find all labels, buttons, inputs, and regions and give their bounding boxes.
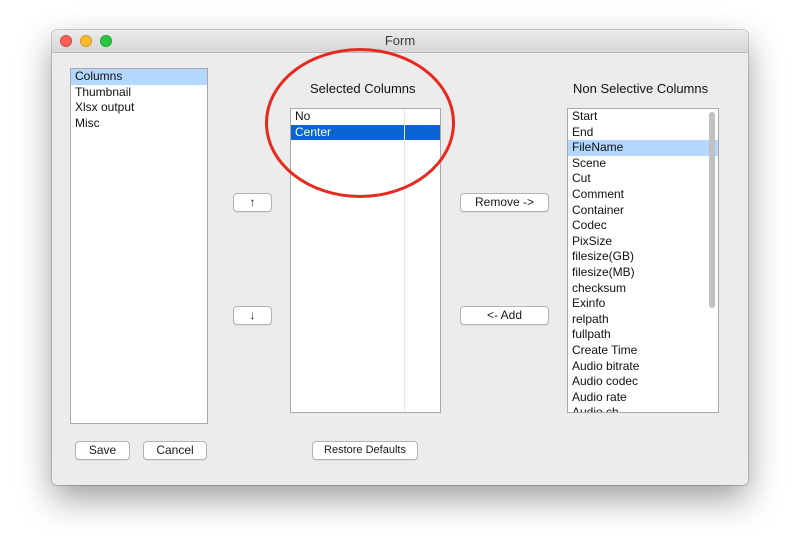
- non-selective-column-item[interactable]: End: [568, 125, 718, 141]
- non-selective-column-item[interactable]: relpath: [568, 312, 718, 328]
- non-selective-column-item[interactable]: Create Time: [568, 343, 718, 359]
- selected-columns-list[interactable]: No Center: [290, 108, 441, 413]
- non-selective-column-item[interactable]: Scene: [568, 156, 718, 172]
- add-button[interactable]: <- Add: [460, 306, 549, 325]
- category-list-item[interactable]: Misc: [71, 116, 207, 132]
- move-up-button[interactable]: ↑: [233, 193, 272, 212]
- non-selective-column-item[interactable]: Audio rate: [568, 390, 718, 406]
- non-selective-column-item[interactable]: filesize(GB): [568, 249, 718, 265]
- non-selective-column-item[interactable]: checksum: [568, 281, 718, 297]
- vertical-scrollbar[interactable]: [709, 112, 715, 308]
- cancel-button[interactable]: Cancel: [143, 441, 207, 460]
- non-selective-column-item[interactable]: Audio codec: [568, 374, 718, 390]
- non-selective-column-item[interactable]: Exinfo: [568, 296, 718, 312]
- form-window: Form Columns Thumbnail Xlsx output Misc Sel…: [52, 30, 748, 485]
- non-selective-column-item[interactable]: Audio ch: [568, 405, 718, 412]
- non-selective-column-item[interactable]: fullpath: [568, 327, 718, 343]
- category-list-item[interactable]: Thumbnail: [71, 85, 207, 101]
- restore-defaults-button[interactable]: Restore Defaults: [312, 441, 418, 460]
- title-bar: Form: [52, 30, 748, 53]
- non-selective-column-item[interactable]: Audio bitrate: [568, 359, 718, 375]
- category-list[interactable]: Columns Thumbnail Xlsx output Misc: [70, 68, 208, 424]
- non-selective-column-item[interactable]: Container: [568, 203, 718, 219]
- remove-button[interactable]: Remove ->: [460, 193, 549, 212]
- non-selective-column-item[interactable]: FileName: [568, 140, 718, 156]
- move-down-button[interactable]: ↓: [233, 306, 272, 325]
- selected-columns-heading: Selected Columns: [310, 81, 416, 96]
- selected-column-item[interactable]: Center: [291, 124, 440, 141]
- non-selective-column-item[interactable]: filesize(MB): [568, 265, 718, 281]
- non-selective-column-item[interactable]: Comment: [568, 187, 718, 203]
- category-list-item[interactable]: Xlsx output: [71, 100, 207, 116]
- non-selective-column-item[interactable]: PixSize: [568, 234, 718, 250]
- non-selective-columns-list[interactable]: Start End FileName Scene Cut Comment Container…: [567, 108, 719, 413]
- list-column-divider: [404, 109, 405, 412]
- non-selective-column-item[interactable]: Cut: [568, 171, 718, 187]
- non-selective-column-item[interactable]: Codec: [568, 218, 718, 234]
- window-title: Form: [384, 33, 416, 48]
- non-selective-columns-heading: Non Selective Columns: [573, 81, 709, 96]
- save-button[interactable]: Save: [75, 441, 130, 460]
- non-selective-column-item[interactable]: Start: [568, 109, 718, 125]
- selected-column-item[interactable]: No: [291, 109, 440, 125]
- category-list-item[interactable]: Columns: [71, 69, 207, 85]
